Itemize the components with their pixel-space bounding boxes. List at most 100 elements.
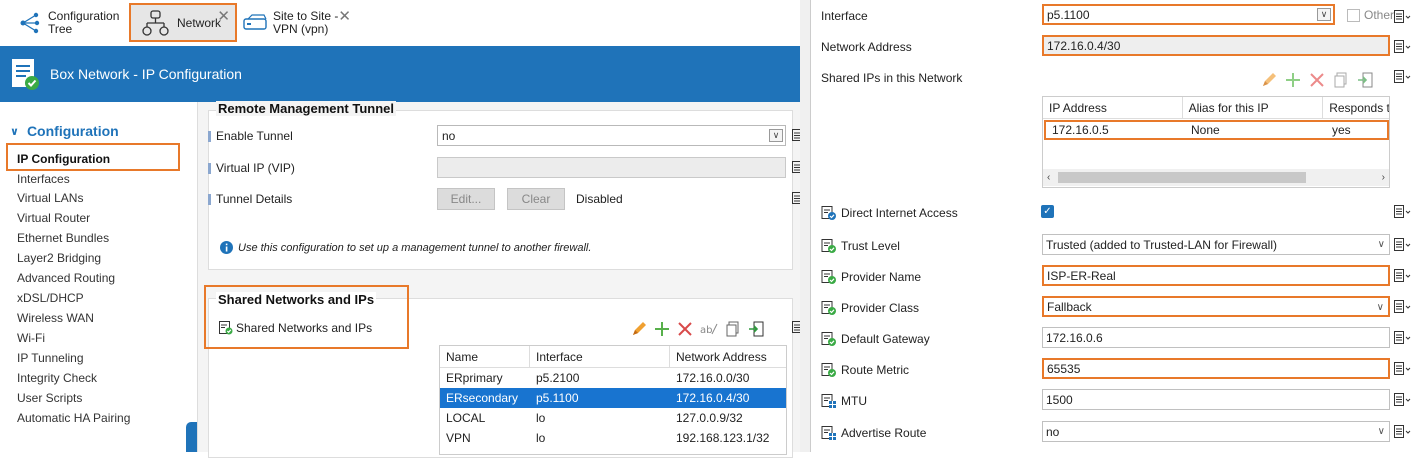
label-text: Default Gateway — [841, 332, 930, 346]
config-icon[interactable] — [1394, 237, 1412, 251]
clear-button[interactable]: Clear — [507, 188, 565, 210]
network-address-input[interactable]: 172.16.0.4/30 — [1042, 35, 1390, 56]
tab-site-to-site-vpn[interactable]: Site to Site - VPN (vpn) ✕ — [243, 4, 363, 42]
config-icon[interactable] — [1394, 204, 1412, 218]
config-icon[interactable] — [1394, 39, 1412, 53]
sidebar-item-xdsl-dhcp[interactable]: xDSL/DHCP — [17, 291, 84, 305]
close-icon[interactable]: ✕ — [338, 7, 351, 25]
config-check-icon — [821, 301, 836, 315]
label-text: Provider Class — [841, 301, 920, 315]
column-header[interactable]: Alias for this IP — [1183, 97, 1324, 118]
table-cell: lo — [536, 431, 546, 445]
column-header[interactable]: Network Address — [670, 346, 786, 367]
table-row[interactable]: ERsecondary p5.1100 172.16.0.4/30 — [440, 388, 786, 408]
panel-divider[interactable] — [800, 0, 810, 452]
sidebar-item-ip-configuration[interactable]: IP Configuration — [17, 152, 110, 166]
sidebar-item-integrity-check[interactable]: Integrity Check — [17, 371, 97, 385]
direct-internet-checkbox[interactable]: ✓ — [1041, 205, 1054, 218]
sidebar-item-virtual-router[interactable]: Virtual Router — [17, 211, 90, 225]
config-icon[interactable] — [1394, 361, 1412, 375]
column-header[interactable]: IP Address — [1043, 97, 1183, 118]
rename-icon[interactable]: ab — [700, 321, 718, 337]
sidebar-item-ip-tunneling[interactable]: IP Tunneling — [17, 351, 84, 365]
close-icon[interactable]: ✕ — [217, 7, 230, 25]
tunnel-status: Disabled — [576, 192, 623, 206]
sidebar-item-ethernet-bundles[interactable]: Ethernet Bundles — [17, 231, 109, 245]
add-icon[interactable] — [654, 321, 670, 337]
label-text: Shared IPs in this Network — [821, 71, 963, 85]
scrollbar-thumb[interactable] — [1058, 172, 1307, 183]
advertise-route-select[interactable]: no ∨ — [1042, 421, 1390, 442]
virtual-ip-input[interactable] — [437, 157, 786, 178]
scrollbar[interactable] — [186, 422, 197, 452]
mtu-label: MTU — [821, 393, 867, 409]
direct-internet-label: Direct Internet Access — [821, 205, 958, 221]
table-row[interactable]: LOCAL lo 127.0.0.9/32 — [440, 408, 786, 428]
sidebar-item-interfaces[interactable]: Interfaces — [17, 172, 70, 186]
trust-level-select[interactable]: Trusted (added to Trusted-LAN for Firewa… — [1042, 234, 1390, 255]
mtu-input[interactable]: 1500 — [1042, 389, 1390, 410]
shared-networks-table: Name Interface Network Address ERprimary… — [439, 345, 787, 455]
horizontal-scrollbar[interactable]: ‹ › — [1043, 169, 1389, 186]
sidebar-item-user-scripts[interactable]: User Scripts — [17, 391, 82, 405]
copy-icon[interactable] — [725, 321, 741, 337]
config-icon[interactable] — [1394, 424, 1412, 438]
table-cell: p5.2100 — [536, 371, 580, 385]
config-icon[interactable] — [1394, 330, 1412, 344]
edit-button[interactable]: Edit... — [437, 188, 495, 210]
field-marker — [208, 193, 211, 205]
add-icon[interactable] — [1285, 72, 1301, 88]
sidebar-item-wi-fi[interactable]: Wi-Fi — [17, 331, 45, 345]
copy-icon[interactable] — [1333, 72, 1349, 88]
config-check-icon — [821, 332, 836, 346]
table-row[interactable]: ERprimary p5.2100 172.16.0.0/30 — [440, 368, 786, 388]
delete-icon[interactable] — [1309, 72, 1325, 88]
config-icon[interactable] — [1394, 69, 1412, 83]
sidebar-item-automatic-ha-pairing[interactable]: Automatic HA Pairing — [17, 411, 130, 425]
table-row[interactable]: VPN lo 192.168.123.1/32 — [440, 428, 786, 448]
provider-class-select[interactable]: Fallback ∨ — [1042, 296, 1390, 317]
table-cell: 172.16.0.5 — [1052, 123, 1109, 137]
sidebar-item-virtual-lans[interactable]: Virtual LANs — [17, 191, 83, 205]
provider-name-input[interactable]: ISP-ER-Real — [1042, 265, 1390, 286]
select-value: Fallback — [1047, 299, 1092, 314]
config-icon[interactable] — [1394, 392, 1412, 406]
config-icon[interactable] — [1394, 9, 1412, 23]
import-icon[interactable] — [1357, 72, 1373, 88]
tab-label: Network — [177, 15, 222, 30]
config-icon[interactable] — [1394, 299, 1412, 313]
page-header: Box Network - IP Configuration — [0, 46, 800, 102]
edit-icon[interactable] — [631, 321, 647, 337]
edit-icon[interactable] — [1261, 72, 1277, 88]
column-header[interactable]: Responds t — [1323, 97, 1389, 118]
default-gateway-input[interactable]: 172.16.0.6 — [1042, 327, 1390, 348]
column-header[interactable]: Interface — [530, 346, 670, 367]
delete-icon[interactable] — [677, 321, 693, 337]
table-row[interactable]: 172.16.0.5 None yes — [1044, 120, 1389, 140]
table-cell: lo — [536, 411, 546, 425]
column-header[interactable]: Name — [440, 346, 530, 367]
provider-name-label: Provider Name — [821, 269, 921, 285]
selection-highlight — [204, 285, 409, 349]
checkbox[interactable] — [1347, 8, 1360, 22]
config-icon[interactable] — [1394, 268, 1412, 282]
sidebar-item-layer2-bridging[interactable]: Layer2 Bridging — [17, 251, 101, 265]
tab-label: Tree — [48, 22, 73, 36]
interface-select[interactable]: p5.1100 ∨ — [1042, 4, 1335, 25]
enable-tunnel-select[interactable]: no ∨ — [437, 125, 786, 146]
table-cell: yes — [1332, 123, 1351, 137]
tab-network[interactable]: Network ✕ — [129, 3, 237, 42]
label-text: Other — [1364, 8, 1395, 22]
config-check-icon — [821, 239, 836, 253]
import-icon[interactable] — [748, 321, 764, 337]
chevron-left-icon[interactable]: ‹ — [1047, 172, 1050, 183]
chevron-down-icon: ∨ — [1317, 8, 1331, 21]
chevron-right-icon[interactable]: › — [1382, 172, 1385, 183]
other-checkbox[interactable]: Other — [1347, 8, 1394, 22]
tab-configuration-tree[interactable]: Configuration Tree — [18, 4, 128, 42]
sidebar-item-wireless-wan[interactable]: Wireless WAN — [17, 311, 94, 325]
tab-label: VPN (vpn) — [273, 22, 329, 36]
route-metric-input[interactable]: 65535 — [1042, 358, 1390, 379]
sidebar-heading[interactable]: ∨ Configuration — [10, 123, 119, 139]
sidebar-item-advanced-routing[interactable]: Advanced Routing — [17, 271, 115, 285]
